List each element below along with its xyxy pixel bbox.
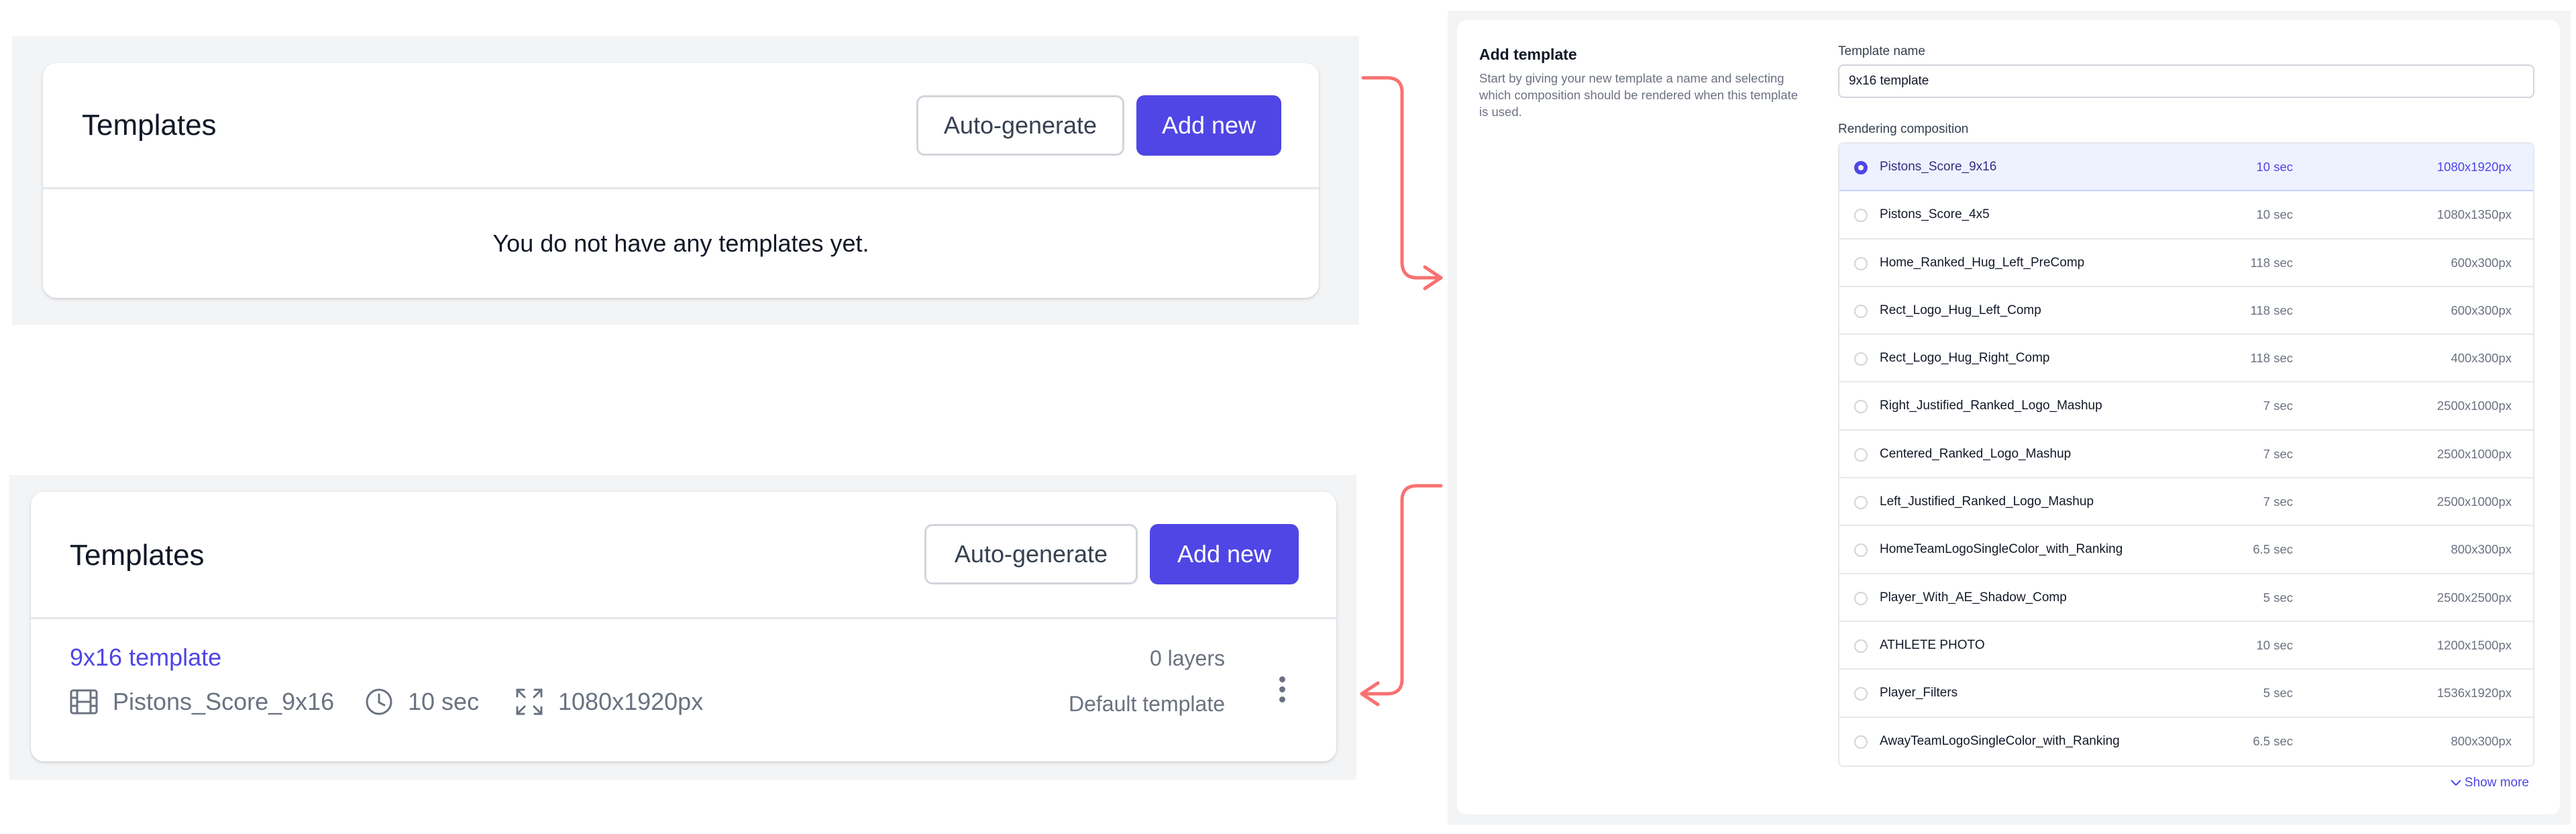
composition-duration: 118 sec xyxy=(2250,351,2293,366)
composition-radio[interactable] xyxy=(1854,496,1868,510)
composition-resolution: 800x300px xyxy=(2451,733,2512,748)
composition-duration: 5 sec xyxy=(2263,686,2293,700)
composition-radio[interactable] xyxy=(1854,591,1868,605)
composition-duration: 6.5 sec xyxy=(2253,733,2293,748)
composition-row[interactable]: ATHLETE PHOTO 10 sec 1200x1500px xyxy=(1839,621,2533,670)
composition-duration: 7 sec xyxy=(2263,399,2293,413)
show-more-label: Show more xyxy=(2464,776,2529,790)
composition-row[interactable]: Home_Ranked_Hug_Left_PreComp 118 sec 600x3… xyxy=(1839,239,2533,287)
composition-name: Player_With_AE_Shadow_Comp xyxy=(1880,590,2067,605)
composition-resolution: 600x300px xyxy=(2451,303,2512,317)
composition-resolution: 1080x1920px xyxy=(2436,160,2512,174)
composition-row[interactable]: Rect_Logo_Hug_Left_Comp 118 sec 600x300px xyxy=(1839,286,2533,335)
composition-radio[interactable] xyxy=(1854,256,1868,270)
composition-duration: 118 sec xyxy=(2250,303,2293,317)
composition-radio[interactable] xyxy=(1854,400,1868,414)
composition-resolution: 2500x1000px xyxy=(2436,399,2512,413)
composition-duration: 6.5 sec xyxy=(2253,542,2293,557)
composition-resolution: 800x300px xyxy=(2451,542,2512,557)
composition-resolution: 2500x1000px xyxy=(2436,494,2512,509)
composition-duration: 10 sec xyxy=(2256,207,2293,222)
arrow-to-add-template xyxy=(1361,76,1443,280)
rendering-composition-label: Rendering composition xyxy=(1838,122,1969,136)
composition-radio[interactable] xyxy=(1854,352,1868,366)
composition-row[interactable]: Centered_Ranked_Logo_Mashup 7 sec 2500x100… xyxy=(1839,430,2533,479)
show-more-link[interactable]: Show more xyxy=(2450,776,2529,790)
add-template-description: Start by giving your new template a name… xyxy=(1479,71,1799,119)
composition-row[interactable]: AwayTeamLogoSingleColor_with_Ranking 6.5 … xyxy=(1839,717,2533,766)
composition-name: HomeTeamLogoSingleColor_with_Ranking xyxy=(1880,542,2123,557)
composition-name: Pistons_Score_4x5 xyxy=(1880,207,1990,222)
composition-name: Right_Justified_Ranked_Logo_Mashup xyxy=(1880,399,2102,413)
composition-resolution: 600x300px xyxy=(2451,255,2512,270)
composition-name: Home_Ranked_Hug_Left_PreComp xyxy=(1880,255,2085,270)
composition-row[interactable]: Pistons_Score_9x16 10 sec 1080x1920px xyxy=(1839,144,2533,192)
composition-duration: 10 sec xyxy=(2256,637,2293,652)
composition-duration: 118 sec xyxy=(2250,255,2293,270)
composition-radio[interactable] xyxy=(1854,639,1868,653)
composition-list: Pistons_Score_9x16 10 sec 1080x1920px Pisto… xyxy=(1838,142,2534,767)
add-template-title: Add template xyxy=(1479,46,1577,63)
composition-name: Pistons_Score_9x16 xyxy=(1880,160,1997,174)
composition-name: Centered_Ranked_Logo_Mashup xyxy=(1880,446,2072,461)
composition-resolution: 1080x1350px xyxy=(2436,207,2512,222)
composition-resolution: 400x300px xyxy=(2451,351,2512,366)
composition-duration: 5 sec xyxy=(2263,590,2293,605)
composition-name: ATHLETE PHOTO xyxy=(1880,637,1985,652)
template-name-input[interactable]: 9x16 template xyxy=(1838,64,2534,98)
composition-name: AwayTeamLogoSingleColor_with_Ranking xyxy=(1880,733,2120,748)
chevron-down-icon xyxy=(2451,780,2461,786)
composition-name: Rect_Logo_Hug_Left_Comp xyxy=(1880,303,2041,317)
arrow-to-filled-panel xyxy=(1360,484,1443,696)
composition-radio[interactable] xyxy=(1854,209,1868,223)
composition-radio[interactable] xyxy=(1854,161,1868,174)
composition-radio[interactable] xyxy=(1854,304,1868,318)
composition-row[interactable]: Player_With_AE_Shadow_Comp 5 sec 2500x2500… xyxy=(1839,574,2533,622)
composition-resolution: 1200x1500px xyxy=(2436,637,2512,652)
composition-row[interactable]: Left_Justified_Ranked_Logo_Mashup 7 sec 25… xyxy=(1839,478,2533,527)
composition-row[interactable]: HomeTeamLogoSingleColor_with_Ranking 6.5 … xyxy=(1839,526,2533,574)
composition-duration: 7 sec xyxy=(2263,446,2293,461)
composition-duration: 10 sec xyxy=(2256,160,2293,174)
composition-row[interactable]: Player_Filters 5 sec 1536x1920px xyxy=(1839,670,2533,718)
composition-resolution: 2500x1000px xyxy=(2436,446,2512,461)
composition-resolution: 2500x2500px xyxy=(2436,590,2512,605)
composition-row[interactable]: Pistons_Score_4x5 10 sec 1080x1350px xyxy=(1839,191,2533,240)
composition-name: Player_Filters xyxy=(1880,686,1958,700)
composition-name: Rect_Logo_Hug_Right_Comp xyxy=(1880,351,2050,366)
composition-duration: 7 sec xyxy=(2263,494,2293,509)
composition-radio[interactable] xyxy=(1854,448,1868,462)
composition-resolution: 1536x1920px xyxy=(2436,686,2512,700)
template-name-label: Template name xyxy=(1838,44,1925,58)
composition-row[interactable]: Rect_Logo_Hug_Right_Comp 118 sec 400x300px xyxy=(1839,335,2533,383)
composition-radio[interactable] xyxy=(1854,735,1868,749)
composition-name: Left_Justified_Ranked_Logo_Mashup xyxy=(1880,494,2094,509)
composition-radio[interactable] xyxy=(1854,543,1868,558)
composition-row[interactable]: Right_Justified_Ranked_Logo_Mashup 7 sec 2… xyxy=(1839,382,2533,431)
composition-radio[interactable] xyxy=(1854,687,1868,701)
